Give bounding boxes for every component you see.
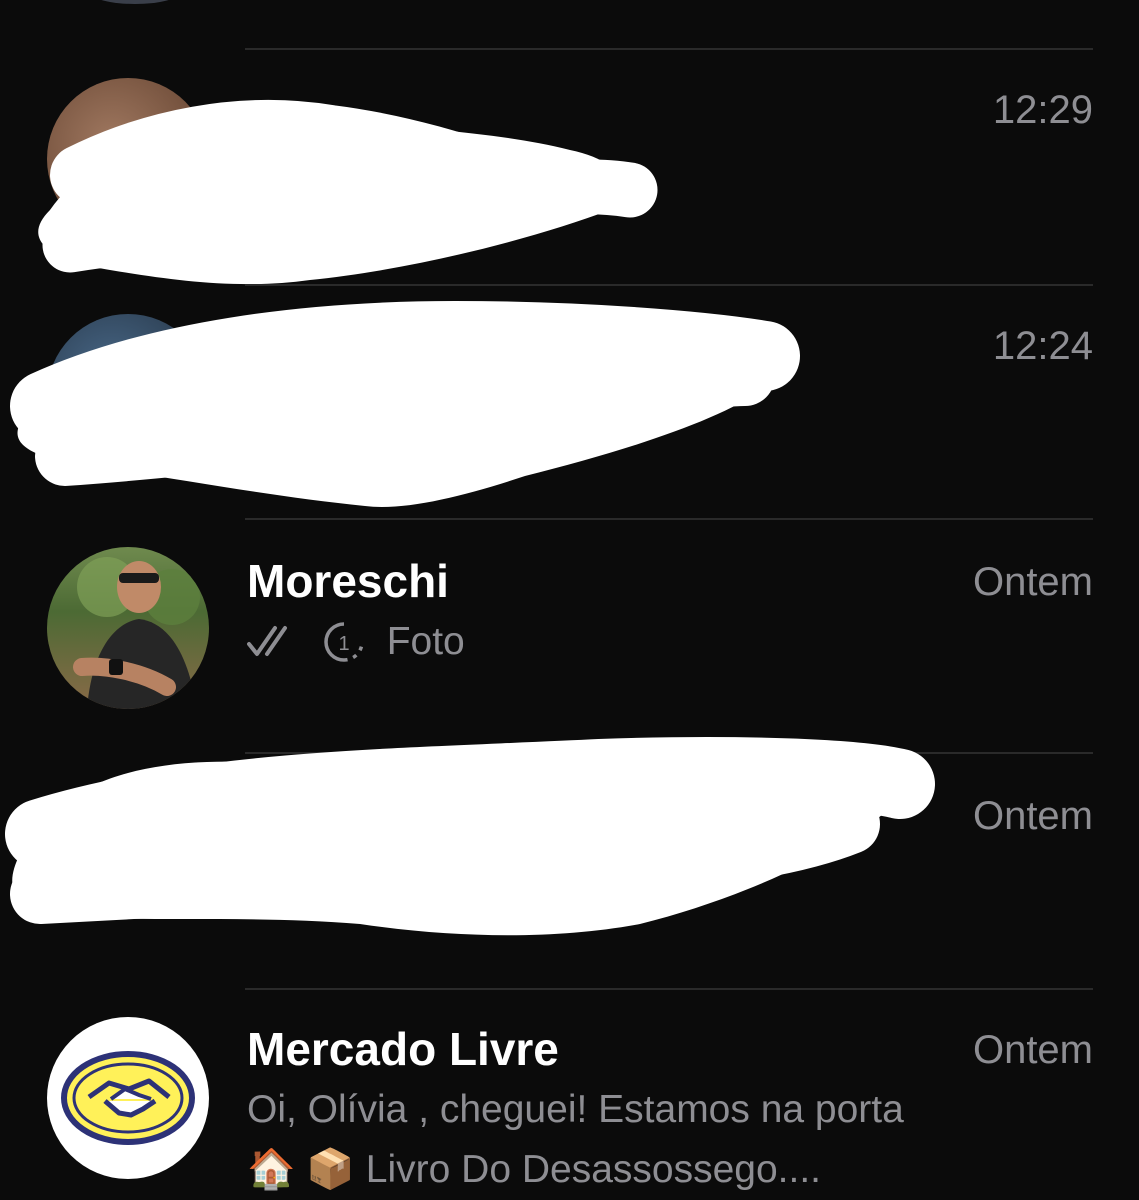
chat-row-moreschi[interactable]: Moreschi Ontem 1 Foto bbox=[0, 520, 1139, 752]
chat-list: 12:29 12:24 Moreschi Ontem 1 Foto Ontem … bbox=[0, 0, 1139, 1200]
chat-row[interactable]: Ontem bbox=[0, 737, 1139, 988]
redaction-scribble bbox=[5, 737, 935, 936]
chat-preview-text: Foto bbox=[386, 619, 465, 663]
chat-name: Moreschi bbox=[247, 555, 449, 607]
chat-name: Mercado Livre bbox=[247, 1023, 559, 1075]
chat-time: 12:24 bbox=[992, 324, 1093, 368]
chat-time: Ontem bbox=[972, 1028, 1093, 1072]
svg-text:1: 1 bbox=[338, 633, 349, 655]
handshake-logo-icon bbox=[61, 1051, 195, 1145]
chat-row[interactable]: 12:29 bbox=[0, 50, 1139, 285]
chat-preview-line2: 🏠 📦 Livro Do Desassossego.... bbox=[247, 1148, 821, 1191]
redaction-scribble bbox=[10, 300, 800, 507]
chat-preview-line1: Oi, Olívia , cheguei! Estamos na porta bbox=[247, 1088, 904, 1131]
person-photo-icon bbox=[73, 557, 200, 709]
chat-time: Ontem bbox=[972, 794, 1093, 838]
chat-row[interactable]: 12:24 bbox=[0, 286, 1139, 518]
view-once-icon: 1 bbox=[324, 621, 364, 662]
chat-time: 12:29 bbox=[992, 88, 1093, 132]
avatar-partial bbox=[90, 0, 180, 4]
chat-time: Ontem bbox=[972, 560, 1093, 604]
avatar-mercado-livre bbox=[47, 1017, 209, 1179]
avatar-moreschi bbox=[47, 547, 209, 709]
double-check-icon bbox=[247, 625, 287, 656]
chat-row-mercado-livre[interactable]: Mercado Livre Ontem Oi, Olívia , cheguei… bbox=[0, 990, 1139, 1200]
chat-preview: 1 Foto bbox=[247, 618, 465, 664]
